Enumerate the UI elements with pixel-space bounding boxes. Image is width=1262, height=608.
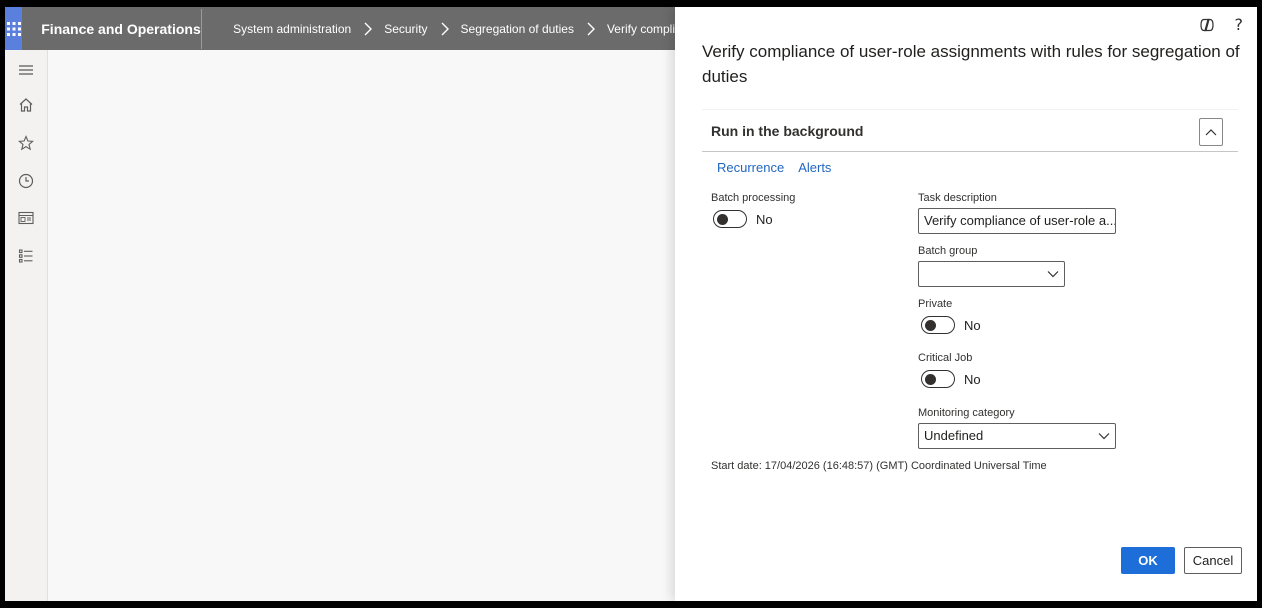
dialog-title: Verify compliance of user-role assignmen… bbox=[702, 42, 1240, 86]
top-bar: Finance and Operations System administra… bbox=[5, 7, 675, 50]
task-description-label: Task description bbox=[918, 192, 997, 204]
clock-icon bbox=[18, 173, 34, 189]
batch-processing-value: No bbox=[756, 211, 773, 227]
main-content-area bbox=[48, 50, 675, 601]
chevron-up-icon bbox=[1205, 129, 1217, 136]
toggle-knob bbox=[925, 320, 936, 331]
critical-job-value: No bbox=[964, 371, 981, 387]
critical-job-toggle[interactable] bbox=[921, 370, 955, 388]
ok-button[interactable]: OK bbox=[1121, 547, 1175, 574]
monitoring-category-label: Monitoring category bbox=[918, 407, 1015, 419]
help-icon[interactable]: ? bbox=[1235, 15, 1244, 34]
nav-recent-button[interactable] bbox=[17, 172, 35, 190]
batch-group-label: Batch group bbox=[918, 245, 978, 257]
private-toggle[interactable] bbox=[921, 316, 955, 334]
chevron-right-icon bbox=[441, 22, 449, 35]
breadcrumb-item-security[interactable]: Security bbox=[384, 22, 427, 36]
private-value: No bbox=[964, 317, 981, 333]
copilot-icon[interactable] bbox=[1199, 17, 1215, 33]
critical-job-toggle-row: No bbox=[921, 370, 981, 388]
home-icon bbox=[19, 98, 33, 112]
hamburger-menu-icon bbox=[19, 65, 33, 75]
batch-processing-label: Batch processing bbox=[711, 192, 796, 204]
chevron-down-icon bbox=[1047, 271, 1059, 278]
private-toggle-row: No bbox=[921, 316, 981, 334]
batch-group-dropdown[interactable] bbox=[918, 261, 1065, 287]
batch-processing-toggle-row: No bbox=[713, 210, 773, 228]
workspaces-icon bbox=[18, 211, 34, 225]
chevron-right-icon bbox=[364, 22, 373, 35]
chevron-right-icon bbox=[587, 22, 595, 35]
nav-menu-button[interactable] bbox=[17, 61, 35, 79]
dialog-header-icons: ? bbox=[1199, 15, 1244, 34]
nav-modules-button[interactable] bbox=[17, 247, 35, 265]
monitoring-category-dropdown[interactable]: Undefined bbox=[918, 423, 1116, 449]
toggle-knob bbox=[925, 374, 936, 385]
star-icon bbox=[18, 135, 34, 151]
modules-list-icon bbox=[18, 249, 33, 263]
alerts-link[interactable]: Alerts bbox=[798, 160, 831, 175]
monitoring-category-value: Undefined bbox=[924, 428, 984, 443]
chevron-down-icon bbox=[1098, 433, 1110, 440]
task-description-input[interactable]: Verify compliance of user-role a... bbox=[918, 208, 1116, 234]
left-nav-pane bbox=[5, 50, 48, 601]
nav-favorites-button[interactable] bbox=[17, 134, 35, 152]
app-frame: Finance and Operations System administra… bbox=[5, 7, 1257, 601]
nav-workspaces-button[interactable] bbox=[17, 209, 35, 227]
critical-job-label: Critical Job bbox=[918, 352, 973, 364]
section-links: Recurrence Alerts bbox=[717, 160, 831, 175]
app-title[interactable]: Finance and Operations bbox=[22, 7, 200, 50]
cancel-button[interactable]: Cancel bbox=[1184, 547, 1242, 574]
batch-processing-toggle[interactable] bbox=[713, 210, 747, 228]
breadcrumb-item-verify-compliance[interactable]: Verify compli bbox=[607, 22, 675, 36]
nav-home-button[interactable] bbox=[17, 96, 35, 114]
private-label: Private bbox=[918, 298, 953, 310]
section-title: Run in the background bbox=[711, 123, 864, 139]
waffle-icon bbox=[6, 21, 21, 36]
start-date-text: Start date: 17/04/2026 (16:48:57) (GMT) … bbox=[711, 460, 1047, 472]
recurrence-link[interactable]: Recurrence bbox=[717, 160, 784, 175]
breadcrumb: System administration Security Segregati… bbox=[201, 22, 675, 36]
breadcrumb-item-segregation-of-duties[interactable]: Segregation of duties bbox=[461, 22, 574, 36]
app-launcher-button[interactable] bbox=[5, 7, 23, 50]
breadcrumb-item-system-administration[interactable]: System administration bbox=[233, 22, 351, 36]
batch-dialog: ? Verify compliance of user-role assignm… bbox=[675, 7, 1257, 601]
toggle-knob bbox=[717, 214, 728, 225]
run-in-background-section[interactable]: Run in the background bbox=[702, 109, 1238, 152]
collapse-section-button[interactable] bbox=[1199, 118, 1223, 146]
